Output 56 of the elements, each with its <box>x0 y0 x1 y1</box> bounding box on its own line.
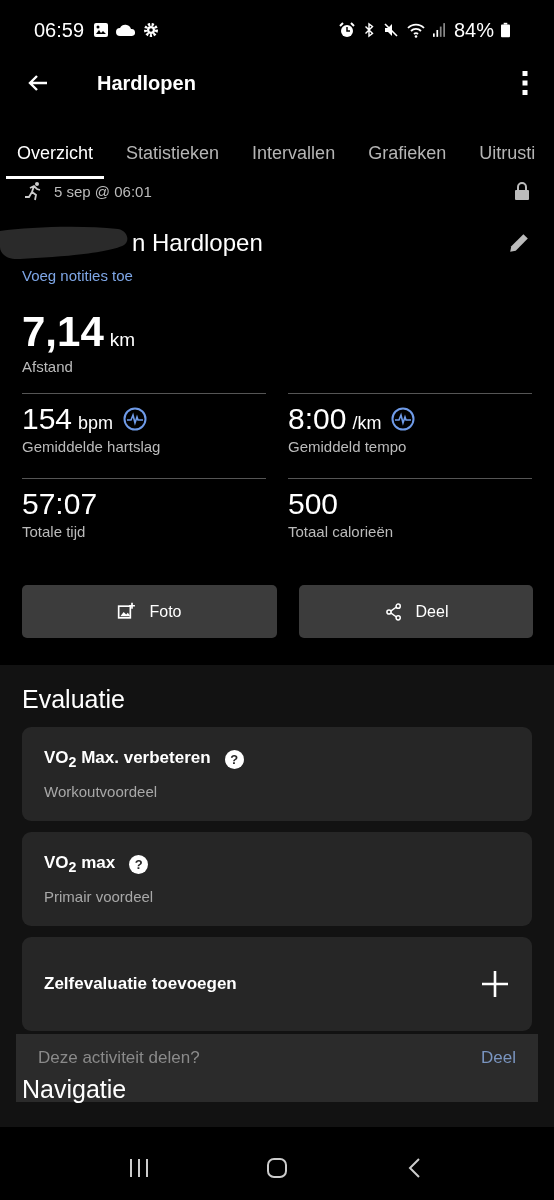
home-icon[interactable] <box>266 1156 288 1179</box>
snackbar-message: Deze activiteit delen? <box>38 1048 200 1068</box>
share-icon <box>383 601 404 622</box>
stat-value: 154 <box>22 402 73 436</box>
tab[interactable]: Statistieken <box>115 139 231 179</box>
add-photo-icon <box>117 601 138 622</box>
tab[interactable]: Grafieken <box>357 139 458 179</box>
lock-icon <box>514 182 530 200</box>
stat-unit: bpm <box>78 413 114 434</box>
alarm-icon <box>338 22 355 38</box>
wifi-icon <box>405 22 426 38</box>
distance-unit: km <box>109 329 136 351</box>
heartbeat-chart-icon[interactable] <box>123 407 148 431</box>
battery-icon <box>501 22 510 38</box>
settings-icon <box>143 22 160 38</box>
card-subtitle: Primair voordeel <box>44 887 155 905</box>
evaluation-card[interactable]: Zelfevaluatie toevoegen <box>22 937 532 1031</box>
stat-label: Gemiddelde hartslag <box>22 438 162 455</box>
card-title: VO$_{2}$ max <box>44 853 116 876</box>
screen-title: Hardlopen <box>97 71 197 95</box>
stat-value: 500 <box>288 487 339 521</box>
image-icon <box>93 22 110 38</box>
photo-button[interactable]: Foto <box>22 585 277 638</box>
signal-icon <box>432 22 445 38</box>
stat-label: Totaal calorieën <box>288 523 395 540</box>
heartbeat-chart-icon[interactable] <box>391 407 416 431</box>
plus-icon[interactable] <box>482 971 508 997</box>
distance-label: Afstand <box>22 358 74 375</box>
card-title: VO$_{2}$ Max. verbeteren <box>44 748 211 771</box>
cloud-icon <box>116 24 137 36</box>
edit-pencil-icon[interactable] <box>508 232 530 254</box>
stat-label: Totale tijd <box>22 523 87 540</box>
stat-value: 8:00 <box>288 402 347 436</box>
stat-unit: /km <box>352 413 382 434</box>
card-subtitle: Workoutvoordeel <box>44 782 159 800</box>
recent-apps-icon[interactable] <box>128 1156 150 1179</box>
status-time: 06:59 <box>34 18 85 42</box>
tab[interactable]: Overzicht <box>6 139 105 179</box>
tab[interactable]: Uitrusti <box>468 139 547 179</box>
section-heading: Navigatie <box>22 1075 127 1104</box>
mute-icon <box>382 22 399 38</box>
snackbar-share-button[interactable]: Deel <box>481 1048 516 1068</box>
add-notes-link[interactable]: Voeg notities toe <box>0 267 155 284</box>
stat-value: 57:07 <box>22 487 98 521</box>
distance-value: 7,14 <box>22 308 104 356</box>
tab[interactable]: Intervallen <box>241 139 347 179</box>
section-heading: Evaluatie <box>22 685 126 714</box>
help-button[interactable]: ? <box>224 750 244 769</box>
more-options-icon[interactable] <box>522 71 528 95</box>
card-title: Zelfevaluatie toevoegen <box>44 974 237 994</box>
help-button[interactable]: ? <box>129 855 149 874</box>
stat-label: Gemiddeld tempo <box>288 438 408 455</box>
share-button[interactable]: Deel <box>299 585 533 638</box>
activity-date: 5 sep @ 06:01 <box>54 182 153 200</box>
activity-title: n Hardlopen <box>132 229 264 257</box>
battery-percentage: 84% <box>453 18 494 42</box>
